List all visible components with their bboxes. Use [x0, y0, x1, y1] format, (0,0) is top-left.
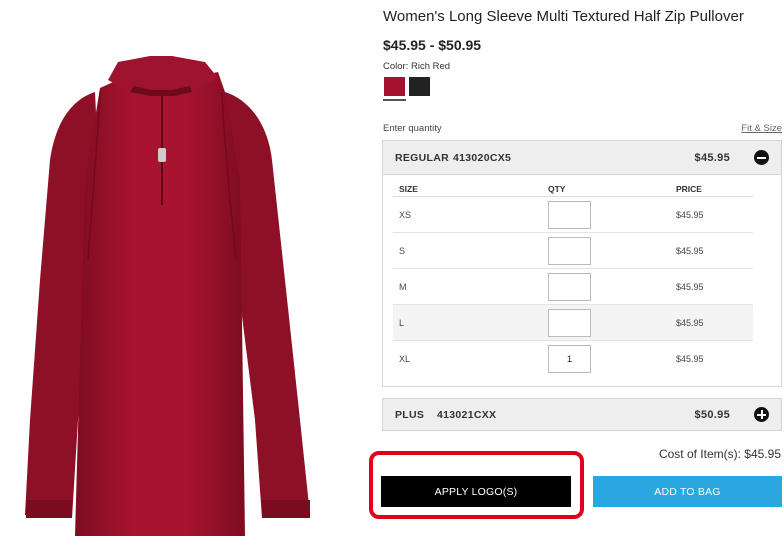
swatch-black[interactable]: [409, 77, 430, 96]
qty-input-s[interactable]: [548, 236, 591, 265]
price-cell: $45.95: [676, 281, 704, 292]
qty-input-xl[interactable]: 1: [548, 345, 591, 373]
regular-price: $45.95: [694, 151, 730, 164]
size-cell: M: [399, 281, 407, 292]
color-label: Color: Rich Red: [383, 61, 451, 72]
plus-panel-header[interactable]: PLUS 413021CXX $50.95: [383, 399, 781, 430]
plus-sku: 413021CXX: [437, 408, 497, 421]
table-row: L $45.95: [393, 305, 753, 341]
product-title: Women's Long Sleeve Multi Textured Half …: [383, 8, 744, 25]
plus-label: PLUS: [395, 408, 425, 421]
regular-label: REGULAR: [395, 151, 450, 164]
price-range: $45.95 - $50.95: [383, 37, 482, 53]
size-cell: L: [399, 317, 405, 328]
table-row: XS $45.95: [393, 197, 753, 233]
fit-size-link[interactable]: Fit & Size: [741, 123, 782, 134]
apply-logo-button[interactable]: APPLY LOGO(S): [381, 476, 571, 507]
table-row: XL 1 $45.95: [393, 341, 753, 377]
regular-panel-header[interactable]: REGULAR 413020CX5 $45.95: [383, 141, 781, 175]
qty-input-l[interactable]: [548, 308, 591, 337]
size-cell: XS: [399, 209, 412, 220]
price-cell: $45.95: [676, 317, 704, 328]
regular-sku: 413020CX5: [453, 151, 512, 164]
add-to-bag-button[interactable]: ADD TO BAG: [593, 476, 782, 507]
size-cell: XL: [399, 354, 411, 364]
swatch-rich-red[interactable]: [384, 77, 405, 96]
qty-input-m[interactable]: [548, 272, 591, 301]
price-cell: $45.95: [676, 354, 704, 364]
table-row: M $45.95: [393, 269, 753, 305]
collapse-minus-icon[interactable]: [754, 150, 769, 165]
product-image: [25, 56, 310, 536]
price-cell: $45.95: [676, 245, 704, 256]
qty-column-header: QTY: [548, 183, 566, 194]
size-table: SIZE QTY PRICE XS $45.95 S $45.95 M $45.…: [393, 181, 753, 377]
price-cell: $45.95: [676, 209, 704, 220]
qty-input-xs[interactable]: [548, 200, 591, 229]
enter-quantity-label: Enter quantity: [383, 123, 442, 134]
plus-size-panel: PLUS 413021CXX $50.95: [382, 398, 782, 431]
expand-plus-icon[interactable]: [754, 407, 769, 422]
table-row: S $45.95: [393, 233, 753, 269]
cost-of-items: Cost of Item(s): $45.95: [658, 447, 781, 461]
size-table-header: SIZE QTY PRICE: [393, 181, 753, 197]
regular-size-panel: REGULAR 413020CX5 $45.95 SIZE QTY PRICE …: [382, 140, 782, 387]
plus-price: $50.95: [694, 408, 730, 421]
size-cell: S: [399, 245, 406, 256]
price-column-header: PRICE: [676, 183, 702, 194]
size-column-header: SIZE: [399, 183, 418, 194]
selected-swatch-indicator: [383, 99, 406, 101]
